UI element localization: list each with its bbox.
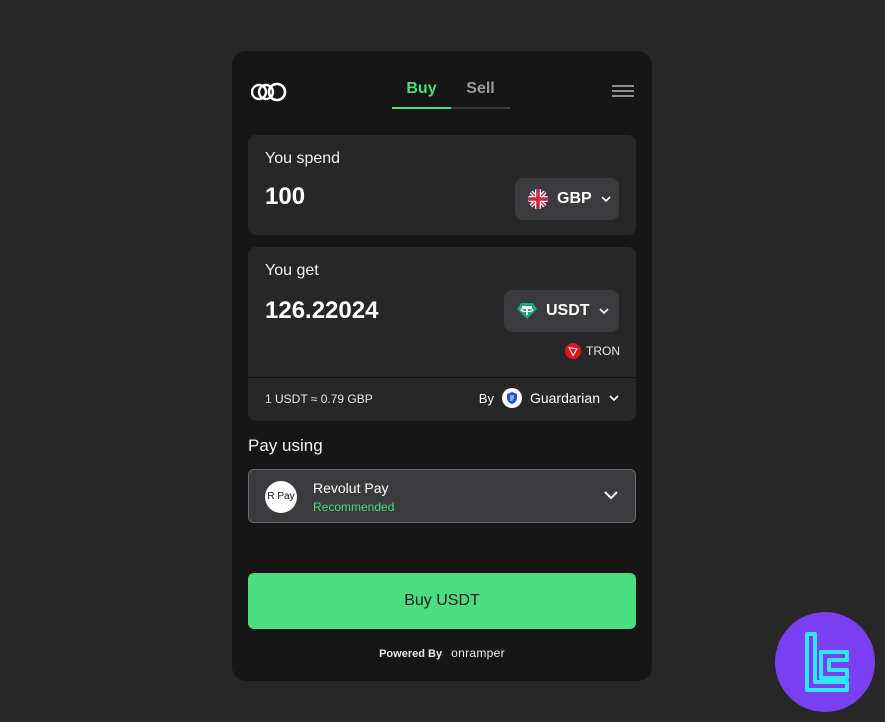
guardarian-shield-icon (501, 388, 522, 408)
tron-icon (565, 343, 581, 359)
exchange-rate: 1 USDT ≈ 0.79 GBP (265, 392, 373, 406)
onramper-brand[interactable]: onramper (451, 646, 505, 660)
get-currency-code: USDT (546, 302, 590, 319)
payment-method-name: Revolut Pay (313, 480, 389, 496)
brand-logo-icon (805, 632, 849, 692)
get-currency-select[interactable]: USDT (504, 290, 619, 332)
corner-brand-logo (775, 612, 875, 712)
spend-amount-input[interactable]: 100 (265, 183, 305, 211)
get-amount: 126.22024 (265, 297, 379, 324)
onramp-widget: Buy Sell You spend 100 GBP You get 126.2… (232, 51, 652, 681)
tab-sell[interactable]: Sell (451, 77, 510, 109)
chevron-down-icon (609, 395, 619, 402)
recommended-badge: Recommended (313, 500, 395, 514)
revolut-pay-icon: R Pay (265, 481, 297, 513)
provider-select[interactable]: By Guardarian (479, 388, 620, 408)
network-name: TRON (586, 344, 620, 358)
get-card: You get 126.22024 USDT TRON 1 USDT ≈ 0.7… (248, 247, 636, 421)
onramper-rings-icon (251, 82, 287, 102)
buy-sell-tabs: Buy Sell (392, 77, 510, 109)
get-label: You get (265, 262, 319, 279)
spend-currency-code: GBP (557, 190, 592, 207)
chevron-down-icon (604, 491, 618, 500)
chevron-down-icon (598, 308, 609, 315)
provider-by-label: By (478, 390, 494, 406)
spend-currency-select[interactable]: GBP (515, 178, 619, 220)
powered-by-label: Powered By (379, 648, 443, 660)
tether-icon (517, 303, 537, 319)
powered-by-footer: Powered By onramper (232, 646, 652, 660)
uk-flag-icon (528, 189, 548, 209)
provider-name: Guardarian (529, 390, 600, 406)
spend-card: You spend 100 GBP (248, 135, 636, 235)
hamburger-menu-icon[interactable] (612, 85, 634, 99)
network-badge: TRON (565, 343, 620, 359)
spend-label: You spend (265, 150, 341, 167)
chevron-down-icon (601, 196, 611, 203)
payment-method-select[interactable]: R Pay Revolut Pay Recommended (248, 469, 636, 523)
buy-usdt-button[interactable]: Buy USDT (248, 573, 636, 629)
card-divider (248, 377, 636, 378)
pay-using-label: Pay using (248, 436, 323, 455)
tab-buy[interactable]: Buy (392, 77, 451, 109)
